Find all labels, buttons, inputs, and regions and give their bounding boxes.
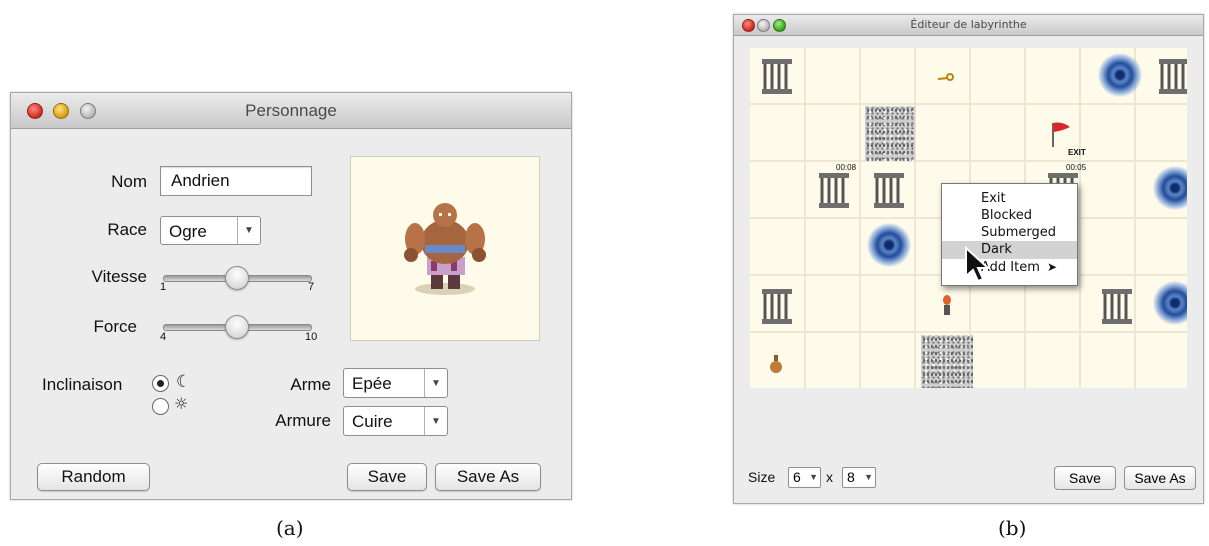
- key-icon: [937, 73, 954, 81]
- menu-item-dark[interactable]: Dark: [942, 241, 1077, 259]
- titlebar: Éditeur de labyrinthe: [734, 15, 1203, 36]
- speed-slider-knob[interactable]: [225, 266, 249, 290]
- menu-item-submerged[interactable]: Submerged: [942, 224, 1077, 242]
- moon-icon: ☾: [176, 372, 192, 392]
- mouse-cursor-icon: [965, 246, 991, 283]
- weapon-select[interactable]: Epée ▼: [343, 368, 448, 398]
- speed-label: Vitesse: [91, 267, 147, 286]
- size-label: Size: [748, 469, 776, 485]
- caption-b: (b): [998, 516, 1027, 540]
- race-value: Ogre: [169, 222, 207, 241]
- character-preview: [350, 156, 540, 341]
- cols-select[interactable]: 8 ▼: [842, 467, 876, 488]
- save-button[interactable]: Save: [347, 463, 427, 491]
- window-title: Éditeur de labyrinthe: [910, 18, 1027, 31]
- chevron-right-icon: ➤: [1047, 260, 1058, 274]
- sun-icon: ☼: [174, 394, 189, 413]
- maze-editor-window: Éditeur de labyrinthe EXIT 00:08 00:05 E…: [733, 14, 1204, 504]
- cage-icon: [1159, 59, 1187, 94]
- alignment-sun-radio[interactable]: [152, 398, 169, 415]
- armor-label: Armure: [275, 411, 331, 430]
- weapon-value: Epée: [352, 374, 392, 393]
- cage-icon: [762, 289, 792, 324]
- cage-icon: [762, 59, 792, 94]
- torch-icon: [943, 295, 951, 315]
- armor-value: Cuire: [352, 412, 393, 431]
- titlebar: Personnage: [11, 93, 571, 129]
- save-as-button[interactable]: Save As: [1124, 466, 1196, 490]
- weapon-label: Arme: [290, 375, 331, 394]
- race-label: Race: [107, 220, 147, 239]
- random-button[interactable]: Random: [37, 463, 150, 491]
- size-times-label: x: [826, 469, 833, 485]
- menu-item-blocked[interactable]: Blocked: [942, 207, 1077, 225]
- alignment-label: Inclinaison: [42, 375, 123, 394]
- cols-value: 8: [847, 469, 855, 485]
- armor-select[interactable]: Cuire ▼: [343, 406, 448, 436]
- blocked-stone-tile: [921, 335, 973, 388]
- race-select[interactable]: Ogre ▼: [160, 216, 261, 245]
- name-input[interactable]: Andrien: [160, 166, 312, 196]
- save-button[interactable]: Save: [1054, 466, 1116, 490]
- alignment-moon-radio[interactable]: [152, 375, 169, 392]
- timer-label: 00:05: [1066, 163, 1087, 172]
- menu-item-add-item[interactable]: Add Item ➤: [942, 258, 1077, 276]
- caption-a: (a): [276, 516, 304, 540]
- ogre-sprite-icon: [404, 203, 486, 295]
- save-as-button[interactable]: Save As: [435, 463, 541, 491]
- timer-label: 00:08: [836, 163, 857, 172]
- rows-value: 6: [793, 469, 801, 485]
- context-menu: Exit Blocked Submerged Dark Add Item ➤: [941, 183, 1078, 286]
- menu-item-exit[interactable]: Exit: [942, 190, 1077, 208]
- portal-icon: [867, 223, 911, 267]
- name-label: Nom: [111, 172, 147, 191]
- portal-icon: [1098, 53, 1142, 97]
- chevron-down-icon: ▼: [864, 472, 873, 482]
- strength-label: Force: [93, 317, 137, 336]
- chevron-down-icon: ▼: [809, 472, 818, 482]
- rows-select[interactable]: 6 ▼: [788, 467, 821, 488]
- speed-max-label: 7: [308, 281, 315, 293]
- exit-flag-icon: [1052, 122, 1070, 147]
- speed-min-label: 1: [160, 281, 167, 293]
- potion-icon: [770, 355, 782, 373]
- character-window: Personnage Nom Andrien Race Ogre ▼ Vites…: [10, 92, 572, 500]
- window-title: Personnage: [245, 101, 337, 120]
- exit-label: EXIT: [1068, 148, 1086, 157]
- strength-max-label: 10: [305, 331, 318, 343]
- chevron-down-icon: ▼: [237, 217, 260, 244]
- cage-icon: [1102, 289, 1132, 324]
- strength-slider-knob[interactable]: [225, 315, 249, 339]
- strength-min-label: 4: [160, 331, 167, 343]
- cage-icon: [819, 173, 849, 208]
- chevron-down-icon: ▼: [424, 407, 447, 435]
- chevron-down-icon: ▼: [424, 369, 447, 397]
- cage-icon: [874, 173, 904, 208]
- blocked-stone-tile: [865, 106, 915, 161]
